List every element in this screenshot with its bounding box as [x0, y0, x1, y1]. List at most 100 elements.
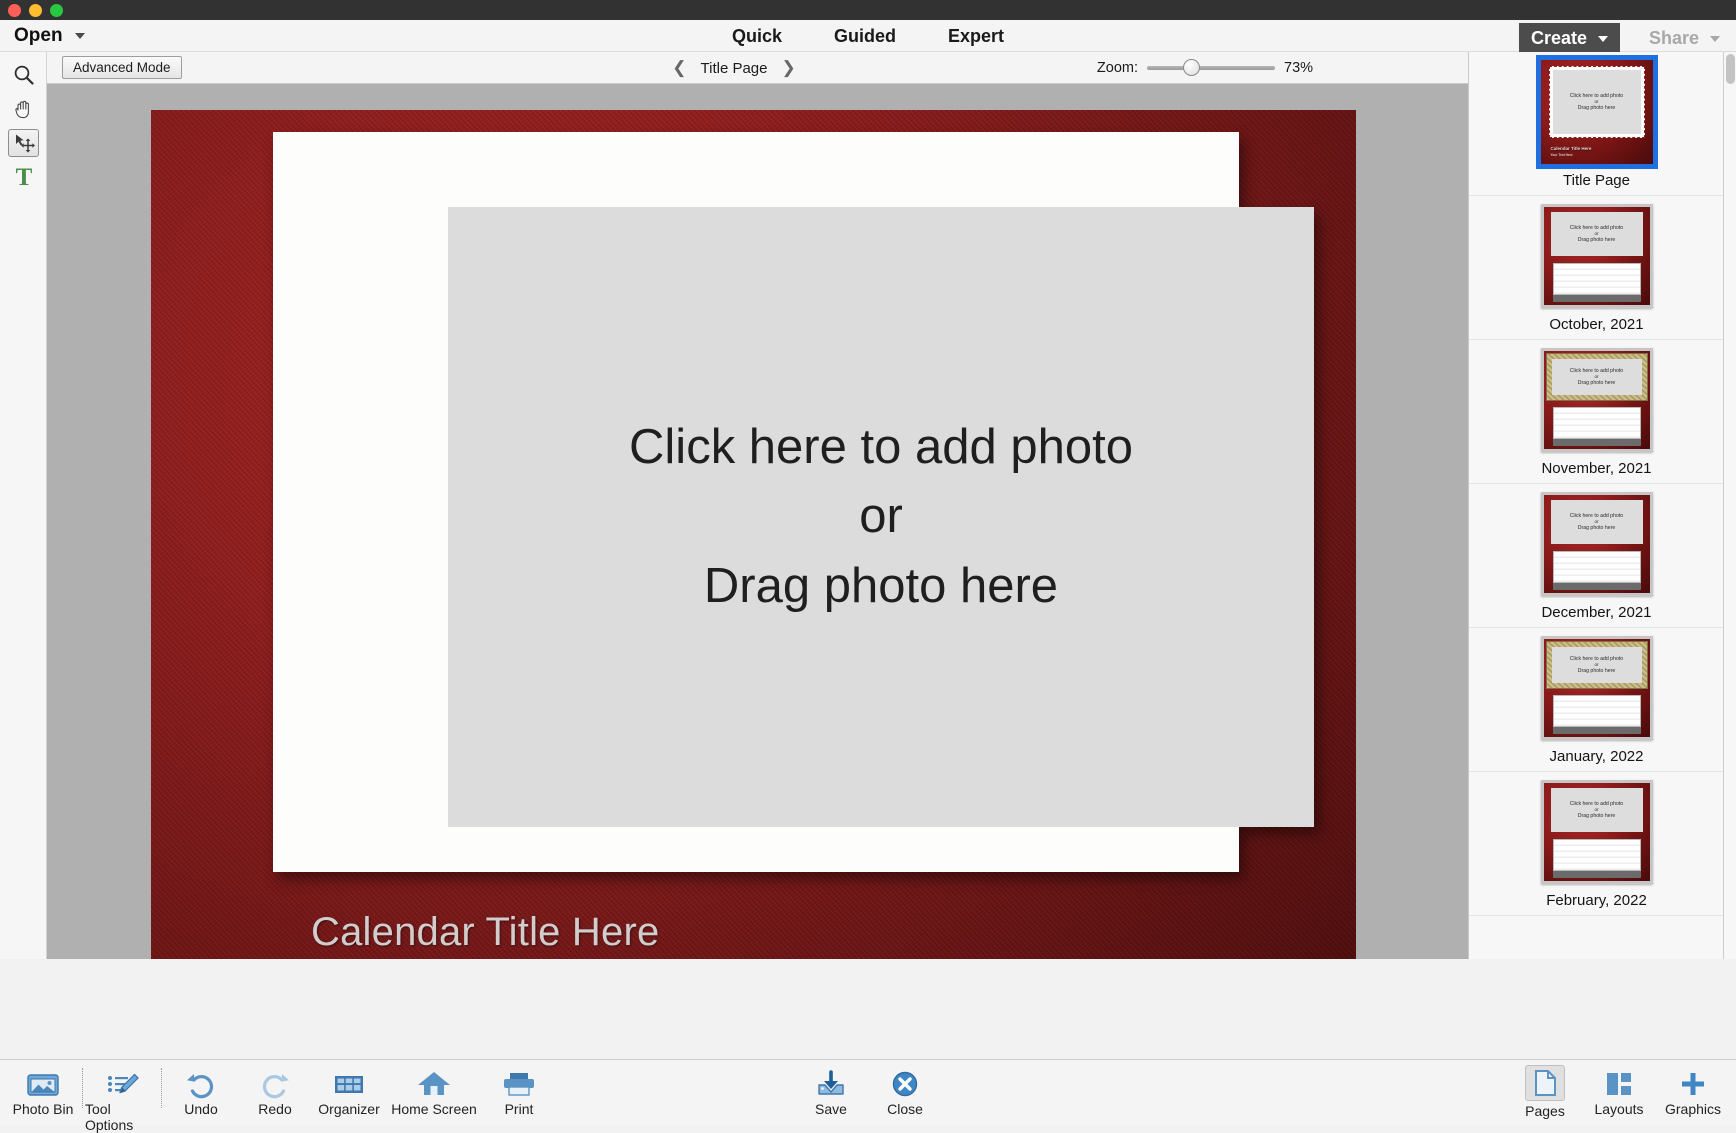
tab-guided[interactable]: Guided — [834, 26, 896, 47]
photo-placeholder-line1: Click here to add photo — [629, 413, 1133, 483]
pages-panel-scrollbar[interactable] — [1723, 52, 1736, 959]
print-label: Print — [505, 1101, 534, 1117]
home-screen-button[interactable]: Home Screen — [386, 1065, 482, 1133]
thumb-calendar-grid — [1553, 839, 1641, 871]
zoom-control: Zoom: 73% — [1097, 52, 1322, 84]
page-thumbnail-december-2021[interactable]: Click here to add photo or Drag photo he… — [1469, 484, 1724, 628]
magnifier-icon — [12, 63, 36, 87]
page-thumbnail-title-page[interactable]: Click here to add photo or Drag photo he… — [1469, 52, 1724, 196]
tab-quick[interactable]: Quick — [732, 26, 782, 47]
window-close-button[interactable] — [8, 4, 21, 17]
thumb-calendar-footer — [1553, 439, 1641, 446]
scalloped-photo-frame[interactable]: Click here to add photo or Drag photo he… — [273, 132, 1239, 872]
bottom-left-tools: Photo Bin Tool Options — [6, 1065, 556, 1133]
tool-strip: T — [0, 52, 47, 959]
type-tool-button[interactable]: T — [0, 160, 47, 194]
photo-bin-button[interactable]: Photo Bin — [6, 1065, 80, 1133]
thumbnail-art: Click here to add photo or Drag photo he… — [1541, 492, 1653, 596]
thumb-photo-line3: Drag photo here — [1578, 668, 1616, 675]
tool-options-button[interactable]: Tool Options — [85, 1065, 159, 1133]
thumb-calendar-footer — [1553, 295, 1641, 302]
pages-icon — [1525, 1065, 1565, 1101]
move-tool-selected-frame — [8, 129, 39, 157]
thumb-photo-placeholder: Click here to add photo or Drag photo he… — [1551, 500, 1643, 544]
bottom-toolbar: Photo Bin Tool Options — [0, 1059, 1736, 1126]
thumbnail-label: Title Page — [1563, 172, 1630, 189]
open-button[interactable]: Open — [14, 22, 85, 50]
layouts-icon — [1603, 1065, 1635, 1099]
hand-tool-button[interactable] — [0, 92, 47, 126]
organizer-icon — [331, 1065, 367, 1099]
zoom-slider-thumb[interactable] — [1183, 59, 1200, 76]
home-icon — [416, 1065, 452, 1099]
tool-options-label: Tool Options — [85, 1101, 159, 1133]
scrollbar-thumb[interactable] — [1726, 54, 1735, 84]
redo-icon — [257, 1065, 293, 1099]
create-button[interactable]: Create — [1519, 23, 1620, 54]
thumbnail-art: Click here to add photo or Drag photo he… — [1541, 60, 1653, 164]
page-thumbnail-february-2022[interactable]: Click here to add photo or Drag photo he… — [1469, 772, 1724, 916]
page-thumbnail-november-2021[interactable]: Click here to add photo or Drag photo he… — [1469, 340, 1724, 484]
graphics-icon — [1677, 1065, 1709, 1099]
menu-bar: Quick Guided Expert Open Create Share — [0, 20, 1736, 52]
organizer-label: Organizer — [318, 1101, 379, 1117]
move-icon — [13, 133, 35, 153]
tab-expert[interactable]: Expert — [948, 26, 1004, 47]
share-button[interactable]: Share — [1645, 23, 1724, 54]
chevron-down-icon — [1598, 36, 1608, 42]
photo-placeholder[interactable]: Click here to add photo or Drag photo he… — [448, 207, 1314, 827]
advanced-mode-button[interactable]: Advanced Mode — [62, 56, 182, 79]
undo-label: Undo — [184, 1101, 217, 1117]
save-label: Save — [815, 1101, 847, 1117]
organizer-button[interactable]: Organizer — [312, 1065, 386, 1133]
save-icon — [814, 1065, 848, 1099]
undo-icon — [183, 1065, 219, 1099]
text-t-icon: T — [12, 164, 36, 190]
thumb-calendar-grid — [1553, 407, 1641, 439]
page-thumbnail-january-2022[interactable]: Click here to add photo or Drag photo he… — [1469, 628, 1724, 772]
advanced-mode-label: Advanced Mode — [73, 60, 171, 75]
thumb-calendar-grid — [1553, 263, 1641, 295]
canvas-work-area[interactable]: Click here to add photo or Drag photo he… — [47, 84, 1468, 959]
close-button[interactable]: Close — [868, 1065, 942, 1117]
calendar-title-page[interactable]: Click here to add photo or Drag photo he… — [151, 110, 1356, 959]
zoom-slider[interactable] — [1147, 66, 1275, 70]
thumb-calendar-footer — [1553, 871, 1641, 878]
window-minimize-button[interactable] — [29, 4, 42, 17]
layouts-button[interactable]: Layouts — [1582, 1065, 1656, 1119]
thumb-calendar-grid — [1553, 695, 1641, 727]
close-label: Close — [887, 1101, 923, 1117]
thumb-calendar-footer — [1553, 583, 1641, 590]
pages-panel[interactable]: Click here to add photo or Drag photo he… — [1468, 52, 1736, 959]
zoom-tool-button[interactable] — [0, 58, 47, 92]
graphics-button[interactable]: Graphics — [1656, 1065, 1730, 1119]
redo-button[interactable]: Redo — [238, 1065, 312, 1133]
undo-button[interactable]: Undo — [164, 1065, 238, 1133]
tool-options-icon — [104, 1065, 140, 1099]
toolbar-divider — [82, 1068, 83, 1108]
previous-page-icon[interactable]: ❮ — [672, 58, 686, 78]
page-thumbnail-october-2021[interactable]: Click here to add photo or Drag photo he… — [1469, 196, 1724, 340]
thumb-photo-placeholder: Click here to add photo or Drag photo he… — [1552, 647, 1642, 683]
photo-placeholder-line2: or — [859, 482, 903, 552]
svg-text:T: T — [15, 164, 32, 190]
open-button-label: Open — [14, 25, 63, 47]
window-zoom-button[interactable] — [50, 4, 63, 17]
thumbnail-art: Click here to add photo or Drag photo he… — [1541, 780, 1653, 884]
next-page-icon[interactable]: ❯ — [781, 58, 795, 78]
move-tool-button[interactable] — [0, 126, 47, 160]
print-button[interactable]: Print — [482, 1065, 556, 1133]
thumb-photo-line3: Drag photo here — [1578, 525, 1616, 532]
calendar-title-text[interactable]: Calendar Title Here — [311, 910, 659, 955]
thumb-calendar-footer — [1553, 727, 1641, 734]
redo-label: Redo — [258, 1101, 291, 1117]
thumb-calendar-grid — [1553, 551, 1641, 583]
thumb-title-text: Calendar Title Here — [1551, 146, 1592, 151]
close-icon — [888, 1065, 922, 1099]
window-titlebar — [0, 0, 1736, 20]
thumbnail-label: October, 2021 — [1549, 316, 1643, 333]
thumbnail-label: January, 2022 — [1550, 748, 1644, 765]
share-button-label: Share — [1649, 28, 1699, 49]
pages-button[interactable]: Pages — [1508, 1065, 1582, 1119]
save-button[interactable]: Save — [794, 1065, 868, 1117]
